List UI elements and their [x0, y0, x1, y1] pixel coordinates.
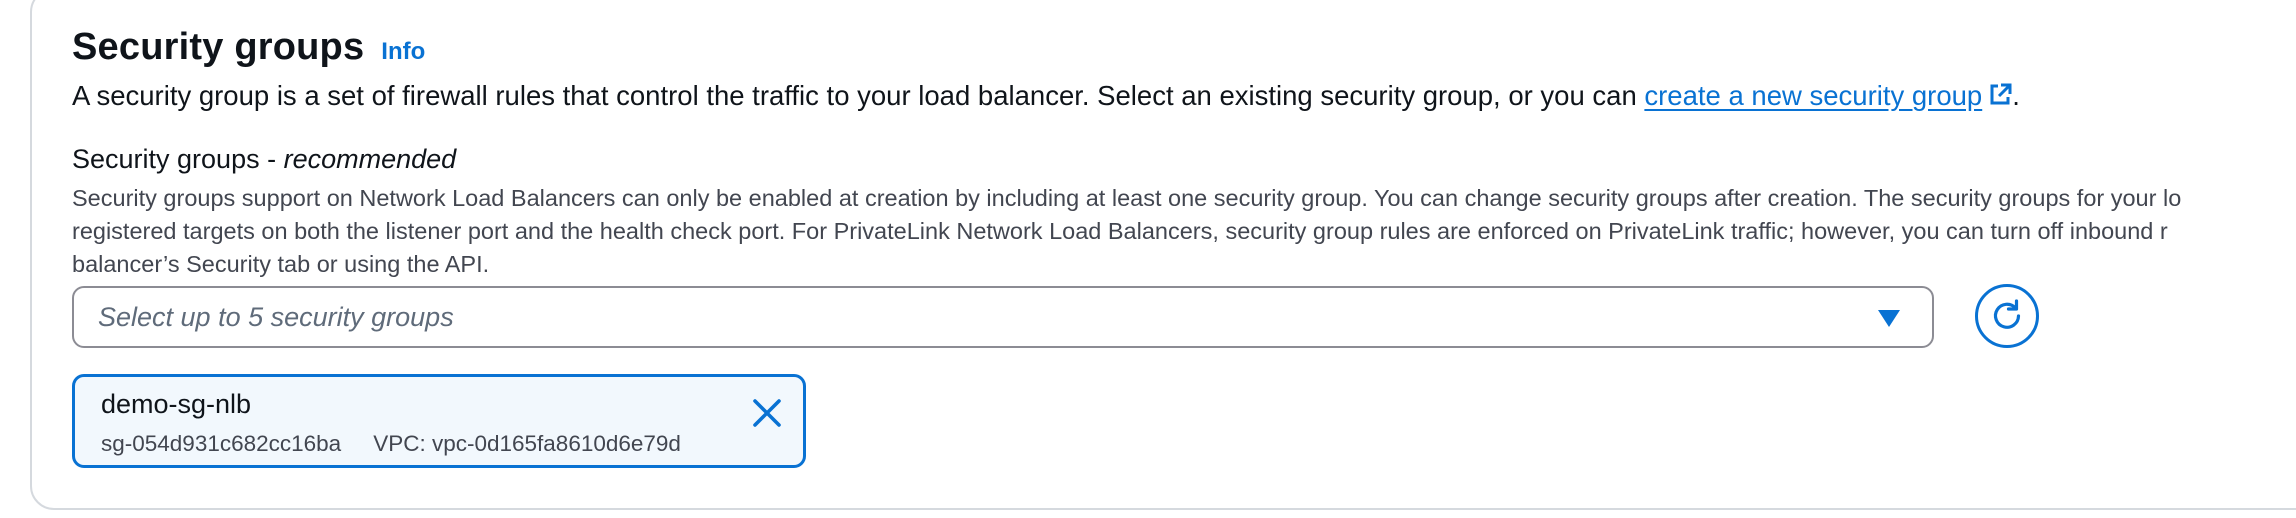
field-label-emphasis: recommended — [283, 144, 457, 174]
description-end: . — [2012, 80, 2020, 111]
token-group-id: sg-054d931c682cc16ba — [101, 431, 342, 456]
external-link-icon — [1990, 83, 2012, 105]
token-group-name: demo-sg-nlb — [101, 389, 252, 419]
caret-down-icon — [1878, 310, 1900, 327]
token-vpc-id: VPC: vpc-0d165fa8610d6e79d — [373, 431, 681, 456]
field-label-text: Security groups - — [72, 144, 284, 174]
select-placeholder: Select up to 5 security groups — [98, 301, 454, 332]
field-constraint-text: Security groups support on Network Load … — [72, 182, 2296, 281]
create-security-group-link-label: create a new security group — [1644, 80, 1983, 111]
refresh-icon — [1993, 299, 2021, 329]
section-header: Security groups Info — [72, 26, 425, 69]
security-groups-select[interactable]: Select up to 5 security groups — [72, 286, 1934, 348]
description-text: A security group is a set of firewall ru… — [72, 80, 1645, 111]
constraint-line: balancer’s Security tab or using the API… — [72, 251, 490, 277]
token-meta: sg-054d931c682cc16ba VPC: vpc-0d165fa8610… — [101, 431, 681, 457]
constraint-line: registered targets on both the listener … — [72, 218, 2168, 244]
refresh-button[interactable] — [1975, 284, 2039, 348]
section-title: Security groups — [72, 26, 365, 68]
close-icon[interactable] — [749, 395, 785, 431]
constraint-line: Security groups support on Network Load … — [72, 185, 2182, 211]
create-security-group-link[interactable]: create a new security group — [1644, 80, 2012, 111]
info-link[interactable]: Info — [381, 38, 425, 66]
security-groups-field-label: Security groups - recommended — [72, 144, 456, 175]
section-description: A security group is a set of firewall ru… — [72, 80, 2020, 112]
selected-security-group-token: demo-sg-nlb sg-054d931c682cc16ba VPC: vpc… — [72, 374, 806, 468]
